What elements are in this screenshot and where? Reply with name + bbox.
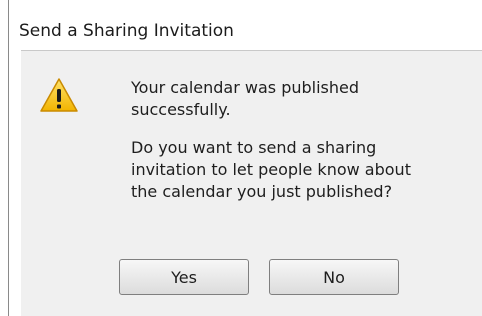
dialog-body: Your calendar was published successfully… xyxy=(21,50,482,316)
message-line: Your calendar was published xyxy=(131,78,360,97)
no-button[interactable]: No xyxy=(269,259,399,295)
message-line: the calendar you just published? xyxy=(131,182,393,201)
message-line: successfully. xyxy=(131,100,231,119)
message-text: Your calendar was published successfully… xyxy=(131,77,476,203)
title-bar: Send a Sharing Invitation xyxy=(9,0,482,50)
dialog-title: Send a Sharing Invitation xyxy=(19,21,234,41)
message-line: invitation to let people know about xyxy=(131,160,411,179)
sharing-invitation-dialog: Send a Sharing Invitation Your calendar … xyxy=(8,0,482,316)
warning-icon xyxy=(40,78,78,112)
message-line: Do you want to send a sharing xyxy=(131,138,377,157)
yes-button[interactable]: Yes xyxy=(119,259,249,295)
